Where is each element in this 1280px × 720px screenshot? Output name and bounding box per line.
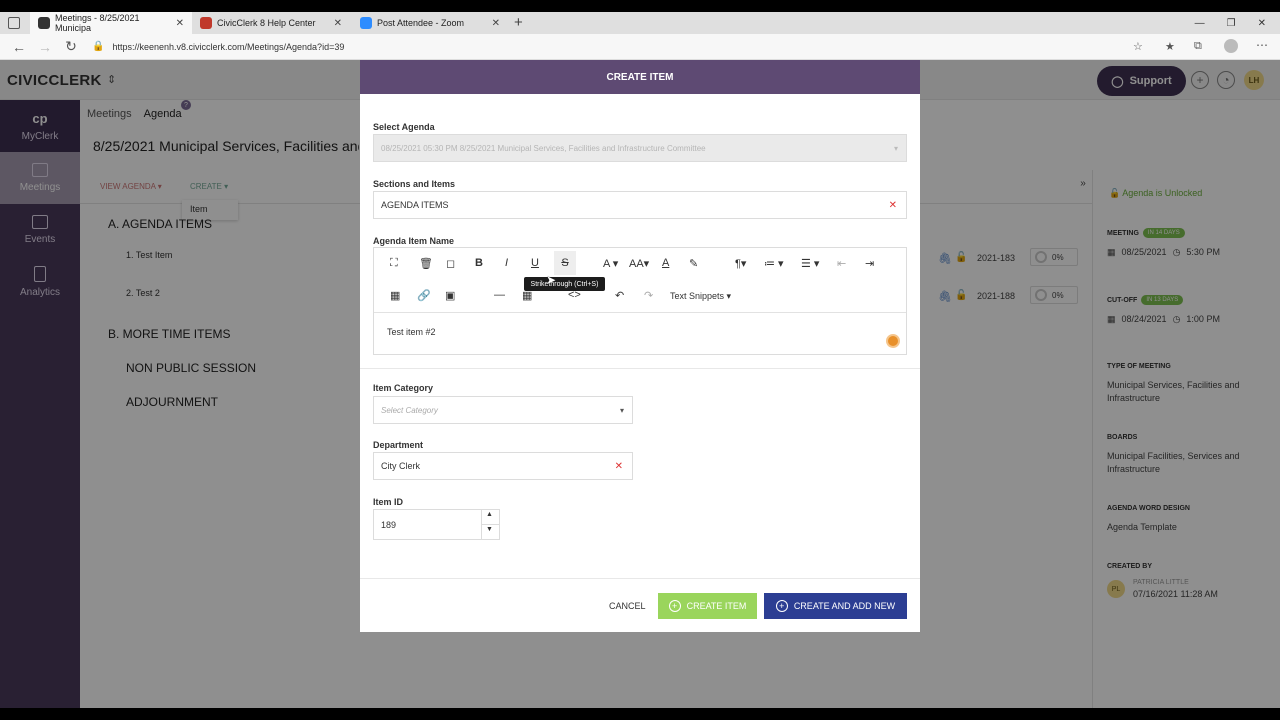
chevron-down-icon: ▾ bbox=[619, 405, 624, 415]
indent-icon[interactable]: ⇥ bbox=[865, 257, 874, 270]
more-menu-icon[interactable]: ⋯ bbox=[1256, 38, 1268, 52]
text-snippets-label: Text Snippets bbox=[670, 291, 725, 301]
close-tab-icon[interactable]: ✕ bbox=[334, 18, 342, 29]
increment-icon[interactable]: ▲ bbox=[486, 511, 493, 518]
redo-icon[interactable]: ↷ bbox=[644, 289, 653, 302]
fullscreen-icon[interactable]: ⛶ bbox=[390, 257, 398, 270]
browser-tab-meetings[interactable]: Meetings - 8/25/2021 Municipa ✕ bbox=[30, 12, 192, 34]
minimize-icon[interactable]: — bbox=[1195, 18, 1205, 29]
tab-actions-icon[interactable] bbox=[8, 17, 20, 29]
select-all-icon[interactable]: ◻ bbox=[446, 257, 455, 270]
undo-icon[interactable]: ↶ bbox=[615, 289, 624, 302]
select-agenda-value: 08/25/2021 05:30 PM 8/25/2021 Municipal … bbox=[381, 143, 706, 153]
new-tab-button[interactable]: + bbox=[514, 14, 523, 31]
sections-value: AGENDA ITEMS bbox=[381, 200, 449, 210]
font-size-icon[interactable]: AA▾ bbox=[629, 257, 649, 270]
browser-tab-help-center[interactable]: CivicClerk 8 Help Center ✕ bbox=[192, 12, 350, 34]
reload-icon[interactable]: ↻ bbox=[58, 38, 84, 55]
sections-label: Sections and Items bbox=[373, 179, 456, 189]
close-tab-icon[interactable]: ✕ bbox=[492, 18, 500, 29]
extensions-icon[interactable]: ⧉ bbox=[1194, 40, 1202, 53]
department-label: Department bbox=[373, 440, 424, 450]
browser-tab-zoom[interactable]: Post Attendee - Zoom ✕ bbox=[352, 12, 508, 34]
tab-title: Post Attendee - Zoom bbox=[377, 18, 465, 28]
item-id-stepper[interactable]: 189 ▲ ▼ bbox=[373, 509, 500, 540]
item-name-input[interactable]: Test item #2 bbox=[373, 313, 907, 355]
item-id-value: 189 bbox=[381, 520, 397, 530]
item-id-label: Item ID bbox=[373, 497, 404, 507]
item-name-label: Agenda Item Name bbox=[373, 236, 455, 246]
strikethrough-icon[interactable]: S bbox=[554, 251, 576, 275]
sections-select[interactable]: AGENDA ITEMS ✕ bbox=[373, 191, 907, 219]
create-and-add-new-button[interactable]: + CREATE AND ADD NEW bbox=[764, 593, 907, 619]
create-item-label: CREATE ITEM bbox=[686, 601, 747, 611]
horizontal-line-icon[interactable]: — bbox=[494, 289, 505, 301]
collections-icon[interactable]: ★ bbox=[1165, 40, 1175, 53]
mouse-cursor-icon: ➤ bbox=[546, 273, 557, 287]
category-select[interactable]: Select Category ▾ bbox=[373, 396, 633, 424]
create-item-modal: CREATE ITEM Select Agenda 08/25/2021 05:… bbox=[360, 60, 920, 632]
highlight-icon[interactable]: ✎ bbox=[689, 257, 698, 270]
table-icon[interactable]: ▦ bbox=[390, 289, 400, 302]
clear-icon[interactable]: ✕ bbox=[615, 461, 623, 472]
screen-bottom-bar bbox=[0, 708, 1280, 720]
strikethrough-tooltip: Strikethrough (Ctrl+S) bbox=[524, 277, 605, 291]
tab-title: CivicClerk 8 Help Center bbox=[217, 18, 316, 28]
favorites-star-icon[interactable]: ☆ bbox=[1133, 40, 1143, 53]
text-snippets-dropdown[interactable]: Text Snippets ▾ bbox=[670, 291, 731, 302]
url-field[interactable]: https://keenenh.v8.civicclerk.com/Meetin… bbox=[112, 42, 344, 52]
department-value: City Clerk bbox=[381, 461, 421, 471]
bold-icon[interactable]: B bbox=[475, 257, 483, 269]
clear-formatting-icon[interactable]: 🗑 bbox=[419, 257, 433, 270]
italic-icon[interactable]: I bbox=[505, 257, 508, 269]
civicclerk-favicon-icon bbox=[38, 17, 50, 29]
modal-title: CREATE ITEM bbox=[360, 60, 920, 94]
category-placeholder: Select Category bbox=[381, 405, 438, 415]
outdent-icon[interactable]: ⇤ bbox=[837, 257, 846, 270]
address-bar: ← → ↻ 🔒 https://keenenh.v8.civicclerk.co… bbox=[0, 34, 1280, 60]
paragraph-icon[interactable]: ¶▾ bbox=[735, 257, 746, 270]
grammar-checker-icon[interactable] bbox=[886, 334, 900, 348]
close-tab-icon[interactable]: ✕ bbox=[176, 18, 184, 29]
stepper-divider bbox=[482, 524, 499, 525]
select-agenda-dropdown: 08/25/2021 05:30 PM 8/25/2021 Municipal … bbox=[373, 134, 907, 162]
forward-icon[interactable]: → bbox=[32, 39, 58, 55]
lock-icon: 🔒 bbox=[92, 41, 105, 52]
cancel-button[interactable]: CANCEL bbox=[609, 601, 646, 611]
zoom-favicon-icon bbox=[360, 17, 372, 29]
civicclerk-app: CIVICCLERK ⇕ ◯ Support + ◔ LH cp MyClerk… bbox=[0, 60, 1280, 708]
ordered-list-icon[interactable]: ≔ ▾ bbox=[764, 257, 784, 270]
browser-tab-bar: Meetings - 8/25/2021 Municipa ✕ CivicCle… bbox=[0, 12, 1280, 34]
tab-title: Meetings - 8/25/2021 Municipa bbox=[55, 13, 140, 33]
decrement-icon[interactable]: ▼ bbox=[486, 526, 493, 533]
civicclerk-help-favicon-icon bbox=[200, 17, 212, 29]
modal-footer: CANCEL + CREATE ITEM + CREATE AND ADD NE… bbox=[360, 578, 920, 632]
item-name-value: Test item #2 bbox=[387, 327, 436, 337]
stepper-buttons: ▲ ▼ bbox=[481, 510, 499, 539]
link-icon[interactable]: 🔗 bbox=[417, 289, 431, 302]
window-controls: — ❐ ✕ bbox=[1195, 12, 1266, 34]
close-window-icon[interactable]: ✕ bbox=[1258, 18, 1266, 29]
select-agenda-label: Select Agenda bbox=[373, 122, 435, 132]
plus-icon: + bbox=[668, 600, 681, 612]
text-color-icon[interactable]: A bbox=[662, 257, 669, 269]
restore-icon[interactable]: ❐ bbox=[1227, 18, 1236, 29]
plus-icon: + bbox=[775, 600, 788, 612]
profile-icon[interactable] bbox=[1224, 39, 1238, 53]
create-and-add-new-label: CREATE AND ADD NEW bbox=[793, 601, 896, 611]
back-icon[interactable]: ← bbox=[6, 39, 32, 55]
unordered-list-icon[interactable]: ☰ ▾ bbox=[801, 257, 819, 270]
clear-icon[interactable]: ✕ bbox=[889, 200, 897, 211]
create-item-button[interactable]: + CREATE ITEM bbox=[658, 593, 757, 619]
category-label: Item Category bbox=[373, 383, 434, 393]
modal-divider bbox=[360, 368, 920, 369]
image-icon[interactable]: ▣ bbox=[445, 289, 455, 302]
department-select[interactable]: City Clerk ✕ bbox=[373, 452, 633, 480]
underline-icon[interactable]: U bbox=[531, 257, 539, 269]
font-color-icon[interactable]: A ▾ bbox=[603, 257, 618, 270]
chevron-down-icon: ▾ bbox=[893, 143, 898, 153]
